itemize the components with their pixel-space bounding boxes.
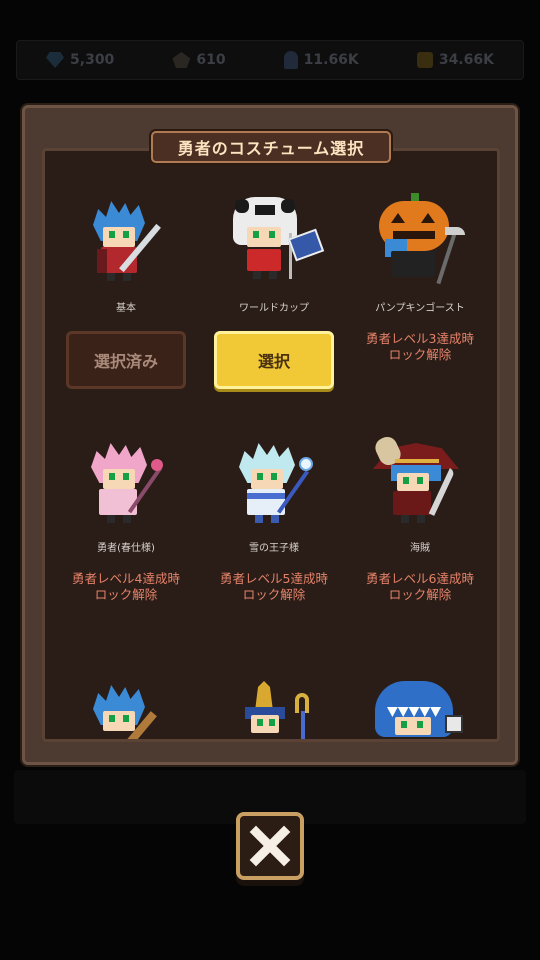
costume-name: 基本 — [116, 303, 136, 314]
select-button[interactable]: 選択 — [214, 331, 334, 389]
close-button[interactable] — [236, 812, 304, 880]
gem-icon — [46, 52, 65, 68]
costume-name: パンプキンゴースト — [375, 303, 465, 314]
costume-card-spring[interactable]: 勇者(春仕様) 勇者レベル4達成時 ロック解除 — [53, 433, 199, 603]
costume-card-basic[interactable]: 基本 選択済み — [53, 193, 199, 389]
ore-count: 610 — [196, 52, 226, 68]
hero-count-icon — [283, 51, 298, 69]
unlock-level-text: 勇者レベル5達成時 — [220, 571, 328, 586]
unlock-requirement: 勇者レベル5達成時 ロック解除 — [201, 571, 347, 603]
resource-gems: 5,300 — [46, 52, 114, 68]
unlock-requirement: 勇者レベル4達成時 ロック解除 — [53, 571, 199, 603]
coin-count: 34.66K — [438, 52, 494, 68]
costume-name: 勇者(春仕様) — [97, 543, 155, 554]
unlock-label: ロック解除 — [242, 587, 306, 602]
costume-pumpkin-sprite — [365, 193, 475, 297]
costume-name: ワールドカップ — [239, 303, 309, 314]
costume-card-row3-2[interactable] — [201, 673, 347, 739]
dialog-title-plate: 勇者のコスチューム選択 — [151, 131, 391, 163]
resource-coins: 34.66K — [416, 52, 494, 68]
unlock-requirement: 勇者レベル3達成時 ロック解除 — [347, 331, 493, 363]
costume-spring-sprite — [71, 433, 181, 537]
costume-row3-1-sprite — [71, 673, 181, 739]
costume-card-pumpkin[interactable]: パンプキンゴースト 勇者レベル3達成時 ロック解除 — [347, 193, 493, 363]
costume-snow-prince-sprite — [219, 433, 329, 537]
unlock-level-text: 勇者レベル6達成時 — [366, 571, 474, 586]
costume-grid[interactable]: 基本 選択済み ワールドカップ 選択 パンプキンゴースト 勇者レベル3達成時 ロ… — [42, 148, 500, 742]
costume-name: 雪の王子様 — [249, 543, 299, 554]
resource-heroes: 11.66K — [283, 51, 359, 69]
costume-card-row3-1[interactable] — [53, 673, 199, 739]
costume-worldcup-sprite — [219, 193, 329, 297]
unlock-level-text: 勇者レベル4達成時 — [72, 571, 180, 586]
costume-card-row3-3[interactable] — [347, 673, 493, 739]
hero-count: 11.66K — [303, 52, 359, 68]
costume-basic-sprite — [71, 193, 181, 297]
unlock-level-text: 勇者レベル3達成時 — [366, 331, 474, 346]
selected-button[interactable]: 選択済み — [66, 331, 186, 389]
close-icon — [249, 825, 291, 867]
costume-pirate-sprite — [365, 433, 475, 537]
coin-icon — [416, 52, 433, 68]
unlock-label: ロック解除 — [388, 587, 452, 602]
gem-count: 5,300 — [70, 52, 115, 68]
unlock-label: ロック解除 — [388, 347, 452, 362]
dialog-title: 勇者のコスチューム選択 — [177, 139, 365, 158]
unlock-label: ロック解除 — [94, 587, 158, 602]
unlock-requirement: 勇者レベル6達成時 ロック解除 — [347, 571, 493, 603]
resource-ore: 610 — [172, 52, 226, 68]
costume-row3-2-sprite — [219, 673, 329, 739]
ore-icon — [172, 52, 191, 68]
costume-dialog: 勇者のコスチューム選択 基本 選択済み ワールドカップ 選択 パンプキンゴースト… — [22, 105, 518, 765]
costume-card-pirate[interactable]: 海賊 勇者レベル6達成時 ロック解除 — [347, 433, 493, 603]
resource-bar: 5,300 610 11.66K 34.66K — [16, 40, 524, 80]
costume-card-worldcup[interactable]: ワールドカップ 選択 — [201, 193, 347, 389]
costume-name: 海賊 — [410, 543, 430, 554]
costume-row3-3-sprite — [365, 673, 475, 739]
costume-card-snow-prince[interactable]: 雪の王子様 勇者レベル5達成時 ロック解除 — [201, 433, 347, 603]
